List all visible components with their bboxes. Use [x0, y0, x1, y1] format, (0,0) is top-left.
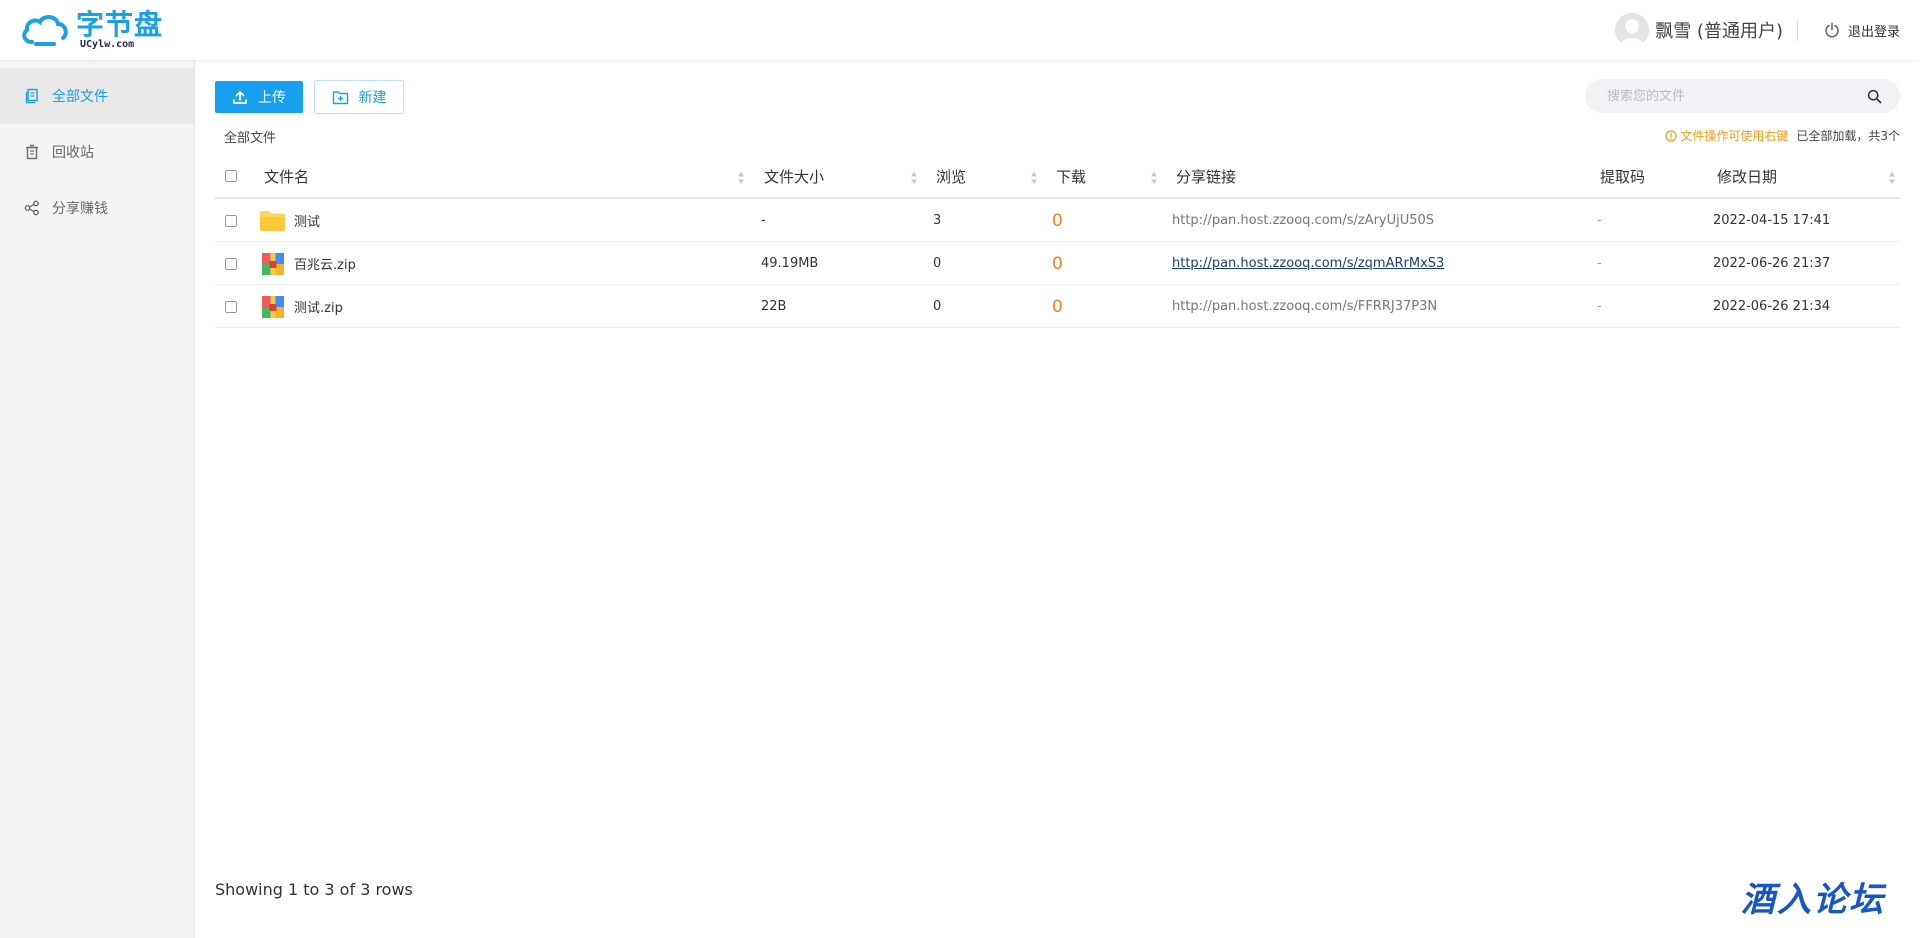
- pagination-info: Showing 1 to 3 of 3 rows: [215, 880, 413, 899]
- file-size: 22B: [761, 299, 787, 314]
- share-icon: [24, 200, 39, 216]
- toolbar: 上传 新建: [215, 79, 1900, 114]
- username: 飘雪 (普通用户): [1655, 21, 1783, 42]
- modified-date: 2022-06-26 21:34: [1713, 299, 1831, 314]
- share-link[interactable]: http://pan.host.zzooq.com/s/FFRRJ37P3N: [1172, 285, 1437, 328]
- row-checkbox[interactable]: [225, 214, 237, 227]
- share-link[interactable]: http://pan.host.zzooq.com/s/zqmARrMxS3: [1172, 242, 1444, 285]
- power-icon: [1825, 22, 1839, 38]
- download-count: 0: [1052, 296, 1063, 317]
- modified-date: 2022-04-15 17:41: [1713, 213, 1831, 228]
- col-header-downloads[interactable]: 下载: [1056, 153, 1086, 199]
- sidebar-item-share-earn[interactable]: 分享赚钱: [0, 180, 194, 236]
- main-content: 上传 新建 全部文件: [215, 60, 1900, 938]
- view-count: 0: [933, 299, 942, 314]
- sidebar: 全部文件 回收站 分享赚钱: [0, 60, 195, 938]
- select-all-checkbox[interactable]: [225, 170, 237, 182]
- col-header-share-link: 分享链接: [1176, 167, 1237, 186]
- breadcrumb[interactable]: 全部文件: [224, 127, 276, 146]
- col-header-size[interactable]: 文件大小: [764, 153, 824, 199]
- cloud-logo-icon: [22, 15, 68, 46]
- sidebar-item-label: 分享赚钱: [52, 201, 108, 217]
- upload-label: 上传: [258, 90, 286, 106]
- view-count: 0: [933, 256, 942, 271]
- file-name[interactable]: 测试: [294, 199, 320, 242]
- file-size: 49.19MB: [761, 256, 819, 271]
- upload-icon: [233, 91, 247, 104]
- download-count: 0: [1052, 253, 1063, 274]
- share-link[interactable]: http://pan.host.zzooq.com/s/zAryUjU50S: [1172, 199, 1434, 242]
- download-count: 0: [1052, 210, 1063, 231]
- extract-code: -: [1597, 299, 1602, 314]
- loaded-status: 已全部加载，共3个: [1796, 129, 1900, 143]
- user-avatar-icon: [1615, 13, 1650, 47]
- sidebar-item-label: 全部文件: [52, 89, 108, 105]
- col-header-views[interactable]: 浏览: [936, 153, 966, 199]
- row-checkbox[interactable]: [225, 300, 237, 313]
- forum-watermark: 酒入论坛: [1741, 880, 1885, 920]
- top-header: 字节盘 UCylw.com 飘雪 (普通用户) 退出登录: [0, 0, 1920, 60]
- extract-code: -: [1597, 256, 1602, 271]
- logo[interactable]: 字节盘 UCylw.com: [20, 0, 163, 60]
- sort-icon[interactable]: [737, 170, 745, 184]
- tip-text: 文件操作可使用右键: [1680, 129, 1789, 143]
- sidebar-item-all-files[interactable]: 全部文件: [0, 68, 194, 124]
- new-button[interactable]: 新建: [314, 80, 404, 114]
- right-click-tip: 文件操作可使用右键: [1665, 127, 1788, 144]
- search-box: [1585, 79, 1900, 113]
- row-checkbox[interactable]: [225, 257, 237, 270]
- search-input[interactable]: [1607, 88, 1867, 104]
- col-header-code: 提取码: [1600, 167, 1646, 186]
- logo-title: 字节盘: [76, 7, 164, 41]
- file-name[interactable]: 百兆云.zip: [294, 242, 356, 285]
- new-label: 新建: [358, 90, 387, 106]
- table-row[interactable]: 测试.zip 22B 0 0 http://pan.host.zzooq.com…: [215, 285, 1900, 328]
- sort-icon[interactable]: [910, 170, 918, 184]
- sort-icon[interactable]: [1030, 170, 1038, 184]
- sidebar-item-label: 回收站: [52, 145, 94, 161]
- view-count: 3: [933, 213, 942, 228]
- table-row[interactable]: 百兆云.zip 49.19MB 0 0 http://pan.host.zzoo…: [215, 242, 1900, 285]
- table-header: 文件名 文件大小 浏览 下载 分享链接 提取码 修改日期: [215, 153, 1900, 199]
- col-header-date[interactable]: 修改日期: [1717, 153, 1777, 199]
- logout-label: 退出登录: [1847, 24, 1900, 40]
- table-row[interactable]: 测试 - 3 0 http://pan.host.zzooq.com/s/zAr…: [215, 199, 1900, 242]
- zip-file-icon: [262, 295, 284, 318]
- new-folder-icon: [332, 90, 348, 104]
- logo-subtitle: UCylw.com: [80, 38, 135, 50]
- file-size: -: [761, 213, 766, 228]
- col-header-name[interactable]: 文件名: [264, 153, 309, 199]
- sidebar-item-recycle-bin[interactable]: 回收站: [0, 124, 194, 180]
- extract-code: -: [1597, 213, 1602, 228]
- header-divider: [1796, 19, 1798, 41]
- user-menu[interactable]: 飘雪 (普通用户): [1615, 13, 1783, 47]
- upload-button[interactable]: 上传: [215, 81, 303, 113]
- logout-button[interactable]: 退出登录: [1824, 21, 1900, 40]
- avatar: [1615, 13, 1650, 47]
- zip-file-icon: [262, 252, 284, 275]
- files-icon: [25, 88, 38, 104]
- file-table: 文件名 文件大小 浏览 下载 分享链接 提取码 修改日期 测试 - 3 0 ht…: [215, 153, 1900, 328]
- sort-icon[interactable]: [1150, 170, 1158, 184]
- trash-icon: [26, 144, 38, 160]
- file-name[interactable]: 测试.zip: [294, 285, 343, 328]
- sort-icon[interactable]: [1888, 170, 1896, 184]
- folder-icon: [260, 210, 285, 231]
- search-icon[interactable]: [1867, 89, 1882, 104]
- info-icon: [1665, 129, 1677, 142]
- modified-date: 2022-06-26 21:37: [1713, 256, 1831, 271]
